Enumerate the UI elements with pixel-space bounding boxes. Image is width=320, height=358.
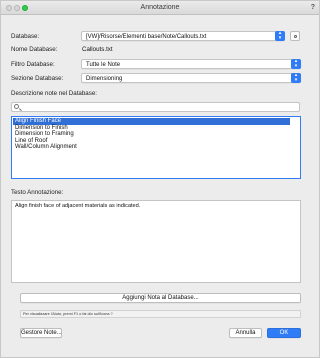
search-input[interactable] bbox=[11, 102, 300, 112]
gear-icon[interactable] bbox=[290, 31, 300, 41]
sezione-database-value: Dimensioning bbox=[86, 75, 123, 82]
add-note-to-database-button[interactable]: Aggiungi Nota al Database... bbox=[20, 293, 301, 303]
window-title: Annotazione bbox=[140, 4, 180, 11]
ok-button[interactable]: OK bbox=[267, 328, 301, 338]
sezione-database-select[interactable]: Dimensioning ▴ ▾ bbox=[81, 73, 301, 83]
database-label: Database: bbox=[11, 33, 40, 40]
sezione-database-label: Sezione Database: bbox=[11, 75, 64, 82]
nome-database-value: Callouts.txt bbox=[82, 46, 113, 53]
cancel-button[interactable]: Annulla bbox=[229, 328, 262, 338]
annotation-text-value: Align finish face of adjacent materials … bbox=[15, 203, 141, 209]
annotation-text-area[interactable]: Align finish face of adjacent materials … bbox=[11, 200, 301, 283]
chevron-updown-icon: ▴ ▾ bbox=[275, 31, 285, 41]
annotation-dialog: Annotazione ? Database: [VW]/Risorse/Ele… bbox=[0, 0, 320, 358]
nome-database-label: Nome Database: bbox=[11, 46, 58, 53]
database-value: [VW]/Risorse/Elementi base/Note/Callouts… bbox=[86, 33, 207, 40]
list-item[interactable]: Wall/Column Alignment bbox=[13, 144, 290, 151]
note-manager-button[interactable]: Gestore Note... bbox=[20, 328, 62, 338]
title-bar: Annotazione ? bbox=[1, 1, 319, 15]
hint-bar: Per visualizzare l'Aiuto, premi F1 o fai… bbox=[20, 310, 301, 318]
hint-text: Per visualizzare l'Aiuto, premi F1 o fai… bbox=[23, 312, 113, 316]
filtro-database-value: Tutte le Note bbox=[86, 61, 121, 68]
filtro-database-label: Filtro Database: bbox=[11, 61, 55, 68]
testo-annotazione-label: Testo Annotazione: bbox=[11, 189, 64, 196]
database-select[interactable]: [VW]/Risorse/Elementi base/Note/Callouts… bbox=[81, 31, 285, 41]
help-icon[interactable]: ? bbox=[311, 4, 315, 11]
notes-list[interactable]: Align Finish Face Dimension to Finish Di… bbox=[11, 116, 301, 179]
search-icon bbox=[14, 104, 19, 109]
chevron-updown-icon: ▴ ▾ bbox=[291, 73, 301, 83]
filtro-database-select[interactable]: Tutte le Note ▴ ▾ bbox=[81, 59, 301, 69]
descrizione-label: Descrizione note nel Database: bbox=[11, 90, 97, 97]
chevron-updown-icon: ▴ ▾ bbox=[291, 59, 301, 69]
